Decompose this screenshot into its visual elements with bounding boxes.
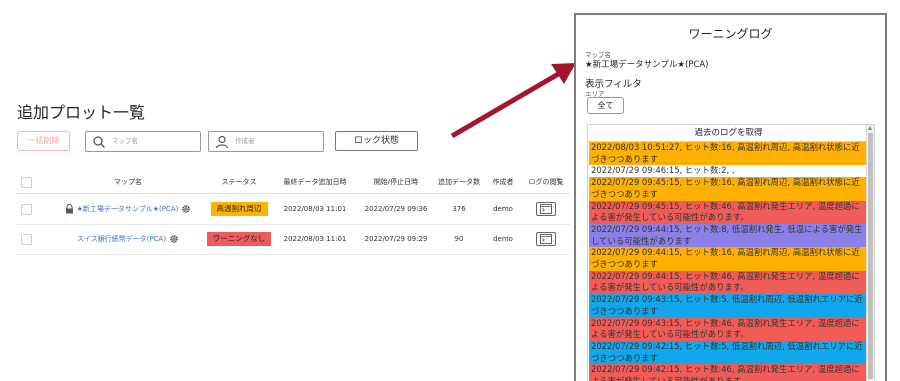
- map-name-value: ★新工場データサンプル★(PCA): [585, 60, 709, 70]
- warning-log-modal: ワーニングログ マップ名 ★新工場データサンプル★(PCA) 表示フィルタ エリ…: [574, 13, 887, 381]
- log-entry: 2022/07/29 09:45:15, ヒット数:16, 高温割れ周辺, 高温…: [589, 177, 868, 201]
- modal-title: ワーニングログ: [688, 27, 773, 41]
- log-list-panel: 過去のログを取得 2022/08/03 10:51:27, ヒット数:16, 高…: [587, 124, 875, 381]
- log-entry: 2022/07/29 09:44:15, ヒット数:46, 高温割れ発生エリア,…: [589, 270, 868, 295]
- log-entry: 2022/07/29 09:45:15, ヒット数:46, 高温割れ発生エリア,…: [589, 200, 868, 224]
- fetch-past-logs-button[interactable]: 過去のログを取得: [588, 125, 869, 142]
- scroll-up-icon[interactable]: [868, 126, 872, 130]
- log-entry: 2022/07/29 09:42:15, ヒット数:46, 高温割れ発生エリア,…: [589, 364, 868, 381]
- log-entries: 2022/08/03 10:51:27, ヒット数:16, 高温割れ周辺, 高温…: [589, 142, 868, 381]
- log-entry: 2022/07/29 09:44:15, ヒット数:16, 高温割れ周辺, 高温…: [589, 247, 868, 271]
- log-entry: 2022/07/29 09:43:15, ヒット数:46, 高温割れ発生エリア,…: [589, 317, 868, 341]
- log-entry: 2022/08/03 10:51:27, ヒット数:16, 高温割れ周辺, 高温…: [589, 142, 868, 166]
- log-entry: 2022/07/29 09:43:15, ヒット数:5, 低温割れ周辺, 低温割…: [589, 294, 868, 318]
- log-scrollbar[interactable]: [866, 125, 874, 381]
- scroll-thumb[interactable]: [868, 133, 873, 379]
- log-entry: 2022/07/29 09:44:15, ヒット数:8, 低温割れ発生, 低温に…: [589, 223, 868, 248]
- log-entry: 2022/07/29 09:42:15, ヒット数:5, 低温割れ周辺, 低温割…: [589, 340, 868, 365]
- log-entry: 2022/07/29 09:46:15, ヒット数:2, ,: [589, 165, 868, 178]
- all-filter-button[interactable]: 全て: [587, 97, 624, 114]
